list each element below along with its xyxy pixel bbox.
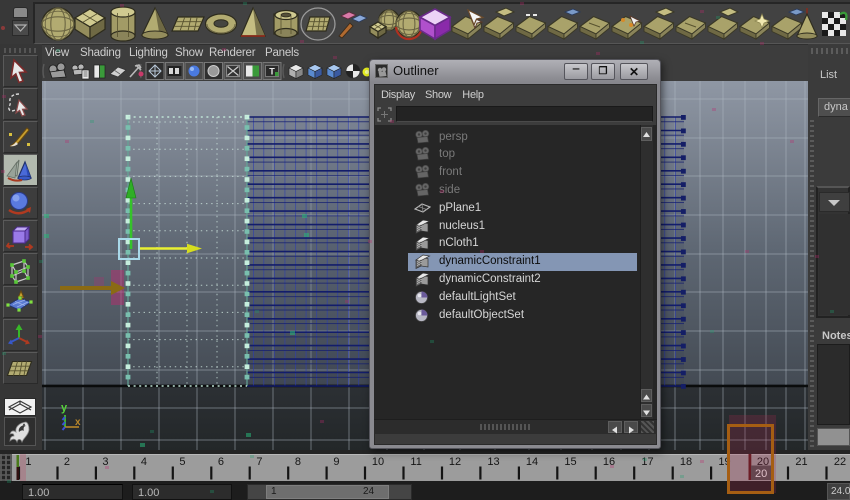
svg-text:22: 22 [834,456,846,468]
svg-text:8: 8 [295,456,301,468]
svg-text:5: 5 [179,456,185,468]
svg-text:21: 21 [795,456,807,468]
svg-text:9: 9 [333,456,339,468]
svg-text:2: 2 [64,456,70,468]
svg-text:4: 4 [141,456,147,468]
svg-text:T: T [269,67,275,77]
svg-text:18: 18 [680,456,692,468]
svg-text:11: 11 [410,456,421,468]
svg-text:10: 10 [372,456,384,468]
svg-text:15: 15 [564,456,576,468]
svg-text:7: 7 [256,456,262,468]
svg-text:y: y [61,402,68,414]
svg-text:x: x [75,417,81,428]
svg-text:14: 14 [526,456,538,468]
svg-text:13: 13 [487,456,499,468]
svg-text:6: 6 [218,456,224,468]
svg-text:12: 12 [449,456,461,468]
svg-text:1: 1 [25,456,31,468]
